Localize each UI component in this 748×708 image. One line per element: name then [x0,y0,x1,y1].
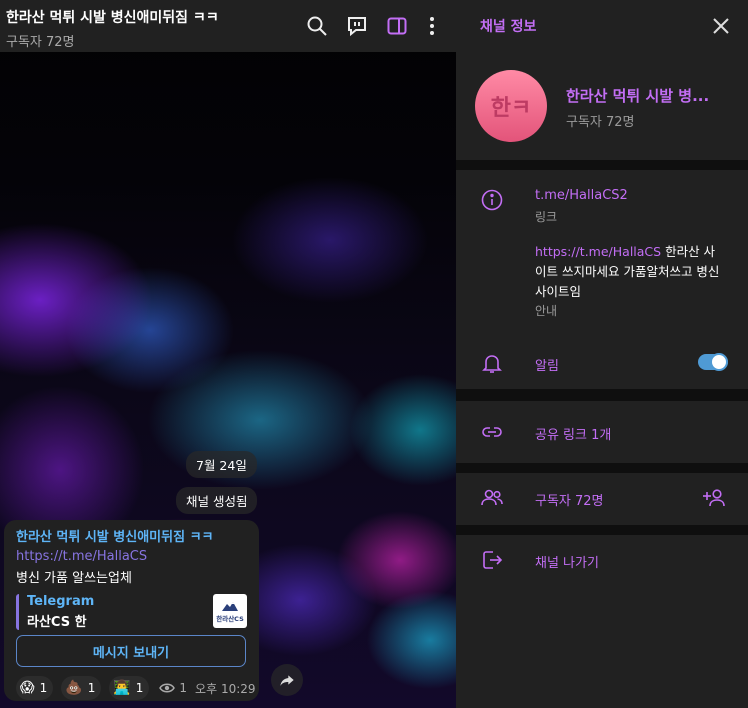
leave-channel-button[interactable]: 채널 나가기 [535,552,599,571]
message-title: 한라산 먹튀 시발 병신애미뒤짐 ㅋㅋ [16,530,214,545]
members-icon [481,489,503,506]
add-member-icon[interactable] [702,486,728,510]
message-text: 병신 가품 알쓰는업체 [16,571,132,586]
panel-title: 채널 정보 [480,19,537,35]
message-bubble[interactable]: 한라산 먹튀 시발 병신애미뒤짐 ㅋㅋ https://t.me/HallaCS… [4,520,259,701]
view-count: 1 [179,681,188,695]
reaction-scream[interactable]: 😱 1 [16,676,54,700]
close-icon[interactable] [712,17,730,35]
discussion-icon[interactable] [345,14,369,38]
poop-emoji-icon: 💩 [65,680,83,696]
notifications-toggle[interactable] [698,353,728,371]
channel-description[interactable]: https://t.me/HallaCS 한라산 사이트 쓰지마세요 가품알처쓰… [535,242,725,302]
message-meta: 1 오후 10:29 [159,680,256,697]
info-icon [481,189,503,211]
channel-name: 한라산 먹튀 시발 병... [566,87,710,105]
channel-subscribers: 구독자 72명 [566,115,635,130]
members-button[interactable]: 구독자 72명 [535,490,604,509]
link-preview[interactable]: Telegram 라산CS 한 한라산CS [16,594,247,630]
date-pill: 7월 24일 [186,451,257,478]
preview-thumbnail: 한라산CS [213,594,247,628]
forward-icon [280,675,294,686]
more-options-icon[interactable] [420,14,444,38]
channel-created-pill: 채널 생성됨 [176,487,258,514]
link-caption: 링크 [535,210,558,224]
share-links-button[interactable]: 공유 링크 1개 [535,424,611,443]
preview-thumb-text: 한라산CS [216,615,244,623]
reaction-poop[interactable]: 💩 1 [61,676,102,700]
notifications-label: 알림 [535,359,559,374]
eye-icon [159,683,176,693]
leave-icon [483,551,503,569]
message-time: 오후 10:29 [195,681,256,696]
forward-button[interactable] [271,664,303,696]
channel-avatar[interactable]: 한ㅋ [475,70,547,142]
reactions-bar: 😱 1 💩 1 👨‍💻 1 1 오후 10:29 [16,676,256,700]
technologist-emoji-icon: 👨‍💻 [113,680,131,696]
sidebar-toggle-icon[interactable] [385,14,409,38]
bell-icon [482,355,502,373]
chat-header[interactable]: 한라산 먹튀 시발 병신애미뒤짐 ㅋㅋ 구독자 72명 [0,0,456,52]
link-icon [482,427,502,437]
reaction-count: 1 [135,681,144,695]
description-link[interactable]: https://t.me/HallaCS [535,244,661,259]
reaction-count: 1 [87,681,96,695]
description-caption: 안내 [535,304,558,318]
channel-info-panel: 채널 정보 한ㅋ 한라산 먹튀 시발 병... 구독자 72명 t.me/Hal… [456,0,748,708]
channel-link[interactable]: t.me/HallaCS2 [535,188,628,203]
scream-emoji-icon: 😱 [20,680,35,696]
message-link[interactable]: https://t.me/HallaCS [16,549,247,564]
mountain-logo-icon [222,602,238,611]
search-icon[interactable] [305,14,329,38]
reaction-count: 1 [39,681,48,695]
reaction-technologist[interactable]: 👨‍💻 1 [109,676,150,700]
chat-pane: 한라산 먹튀 시발 병신애미뒤짐 ㅋㅋ 구독자 72명 7월 24일 채널 생성… [0,0,456,708]
send-message-button[interactable]: 메시지 보내기 [16,635,246,667]
